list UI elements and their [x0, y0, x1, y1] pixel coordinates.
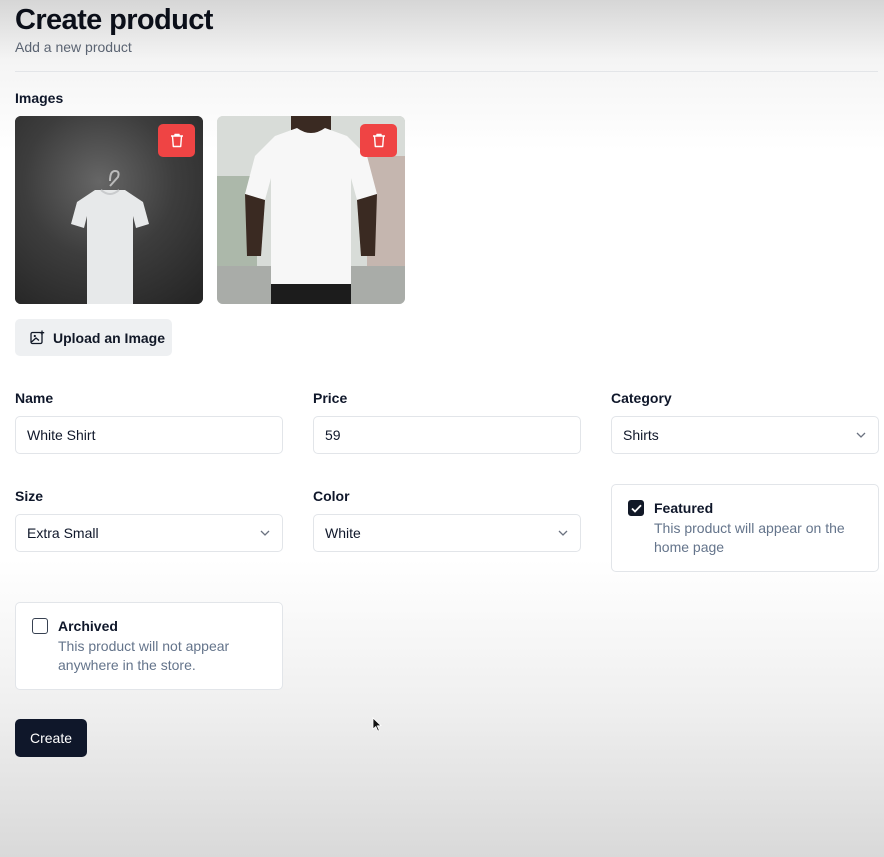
delete-image-2-button[interactable] — [360, 124, 397, 157]
size-label: Size — [15, 488, 44, 504]
chevron-down-icon — [856, 432, 866, 438]
delete-image-1-button[interactable] — [158, 124, 195, 157]
featured-title: Featured — [654, 500, 714, 516]
chevron-down-icon — [260, 530, 270, 536]
featured-card: Featured This product will appear on the… — [611, 484, 879, 572]
category-label: Category — [611, 390, 672, 406]
header-divider — [15, 71, 878, 72]
product-image-1 — [15, 116, 203, 304]
check-icon — [630, 504, 642, 513]
images-label: Images — [15, 90, 64, 106]
archived-description: This product will not appear anywhere in… — [58, 638, 230, 673]
archived-card: Archived This product will not appear an… — [15, 602, 283, 690]
page-subtitle: Add a new product — [15, 39, 132, 55]
size-value: Extra Small — [27, 525, 99, 541]
featured-description: This product will appear on the home pag… — [654, 520, 845, 555]
name-input[interactable] — [27, 427, 271, 443]
image-plus-icon — [30, 330, 45, 345]
featured-checkbox[interactable] — [628, 500, 644, 516]
color-label: Color — [313, 488, 350, 504]
price-label: Price — [313, 390, 348, 406]
mouse-cursor-icon — [372, 717, 382, 732]
archived-title: Archived — [58, 618, 118, 634]
product-image-2 — [217, 116, 405, 304]
chevron-down-icon — [558, 530, 568, 536]
color-select[interactable]: White — [313, 514, 581, 552]
price-input[interactable] — [325, 427, 569, 443]
page-header: Create product Add a new product — [15, 4, 213, 55]
upload-image-label: Upload an Image — [53, 329, 166, 346]
trash-icon — [170, 133, 183, 148]
trash-icon — [372, 133, 385, 148]
name-field[interactable] — [15, 416, 283, 454]
page-title: Create product — [15, 4, 213, 36]
price-field[interactable] — [313, 416, 581, 454]
category-select[interactable]: Shirts — [611, 416, 879, 454]
create-button[interactable]: Create — [15, 719, 87, 757]
archived-checkbox[interactable] — [32, 618, 48, 634]
category-value: Shirts — [623, 427, 659, 443]
name-label: Name — [15, 390, 54, 406]
color-value: White — [325, 525, 361, 541]
size-select[interactable]: Extra Small — [15, 514, 283, 552]
upload-image-button[interactable]: Upload an Image — [15, 319, 172, 356]
